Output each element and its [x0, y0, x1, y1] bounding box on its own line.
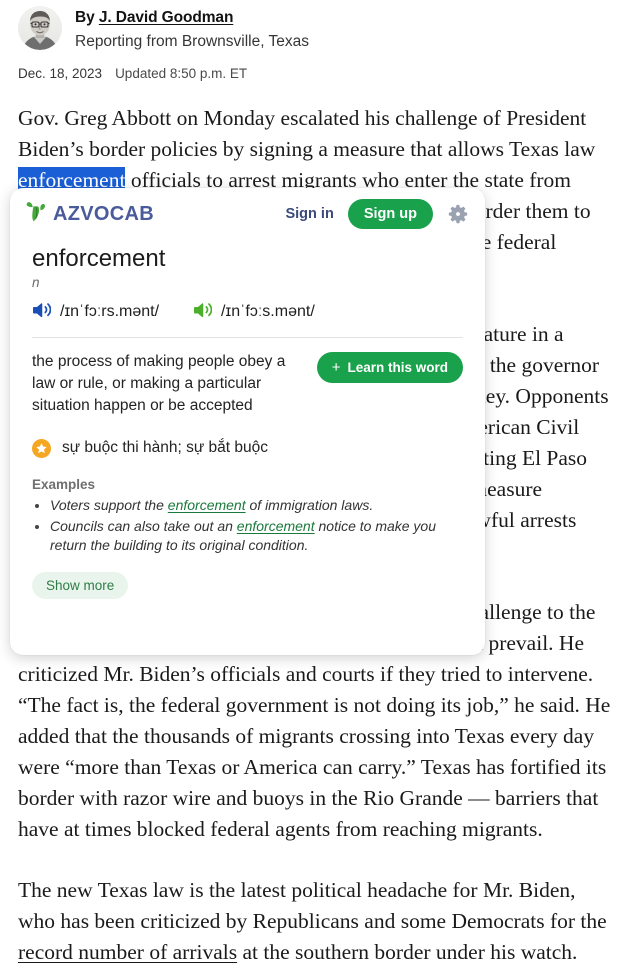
- ipa-uk: /ɪnˈfɔːs.mənt/: [221, 302, 315, 320]
- dateline: Dec. 18, 2023 Updated 8:50 p.m. ET: [18, 66, 611, 81]
- example-before: Councils can also take out an: [50, 517, 237, 534]
- brand-name: AZVOCAB: [53, 202, 154, 225]
- example-after: of immigration laws.: [245, 496, 374, 513]
- p4-text-after: at the southern border under his watch.: [237, 940, 578, 965]
- definition-row: the process of making people obey a law …: [10, 338, 485, 417]
- p4-text-before: The new Texas law is the latest politica…: [18, 878, 607, 934]
- word-block: enforcement n: [10, 235, 485, 290]
- paragraph-4: The new Texas law is the latest politica…: [18, 875, 611, 968]
- speaker-icon[interactable]: [32, 301, 52, 323]
- byline: By J. David Goodman Reporting from Brown…: [18, 0, 611, 53]
- updated-time: Updated 8:50 p.m. ET: [115, 66, 248, 82]
- pronunciation-us[interactable]: /ɪnˈfɔːrs.mənt/: [32, 301, 159, 323]
- translation-row: sự buộc thi hành; sự bắt buộc: [10, 417, 485, 458]
- plus-icon: +: [331, 358, 341, 376]
- reporting-from: Reporting from Brownsville, Texas: [75, 32, 310, 50]
- example-item: Voters support the enforcement of immigr…: [50, 496, 463, 515]
- popup-header-actions: Sign in Sign up: [285, 199, 469, 229]
- dictionary-popup: AZVOCAB Sign in Sign up enforcement n /ɪ…: [10, 188, 485, 655]
- sign-up-button[interactable]: Sign up: [347, 199, 433, 229]
- arrivals-link[interactable]: record number of arrivals: [18, 940, 237, 964]
- pronunciation-uk[interactable]: /ɪnˈfɔːs.mənt/: [193, 301, 315, 323]
- star-icon: [32, 438, 51, 458]
- example-item: Councils can also take out an enforcemen…: [50, 517, 463, 555]
- examples-list: Voters support the enforcement of immigr…: [32, 496, 463, 555]
- learn-button-label: Learn this word: [347, 359, 448, 375]
- definition-text: the process of making people obey a law …: [32, 352, 286, 414]
- author-link[interactable]: J. David Goodman: [99, 9, 234, 26]
- byline-by-prefix: By: [75, 9, 99, 26]
- p1-text-before: Gov. Greg Abbott on Monday escalated his…: [18, 106, 596, 162]
- speaker-icon[interactable]: [193, 301, 213, 323]
- byline-text: By J. David Goodman Reporting from Brown…: [75, 6, 309, 53]
- ipa-us: /ɪnˈfɔːrs.mənt/: [60, 302, 160, 320]
- part-of-speech: n: [32, 274, 40, 290]
- gear-icon[interactable]: [447, 203, 469, 225]
- publish-date: Dec. 18, 2023: [18, 66, 103, 82]
- brand-logo[interactable]: AZVOCAB: [24, 200, 154, 229]
- example-highlight[interactable]: enforcement: [168, 497, 246, 513]
- pronunciation-row: /ɪnˈfɔːrs.mənt/ /ɪnˈfɔːs.mənt/: [10, 290, 485, 323]
- example-highlight[interactable]: enforcement: [237, 518, 315, 534]
- popup-header: AZVOCAB Sign in Sign up: [10, 188, 485, 235]
- translation-text: sự buộc thi hành; sự bắt buộc: [62, 439, 269, 457]
- avatar: [18, 6, 62, 50]
- learn-this-word-button[interactable]: + Learn this word: [316, 351, 463, 383]
- examples-section: Examples Voters support the enforcement …: [10, 458, 485, 555]
- sign-in-button[interactable]: Sign in: [285, 206, 333, 222]
- examples-title: Examples: [32, 476, 96, 492]
- show-more-button[interactable]: Show more: [32, 571, 129, 599]
- example-before: Voters support the: [50, 496, 168, 513]
- byline-author-line: By J. David Goodman: [75, 8, 309, 29]
- headword: enforcement: [32, 245, 166, 272]
- leaf-sprout-icon: [24, 200, 50, 229]
